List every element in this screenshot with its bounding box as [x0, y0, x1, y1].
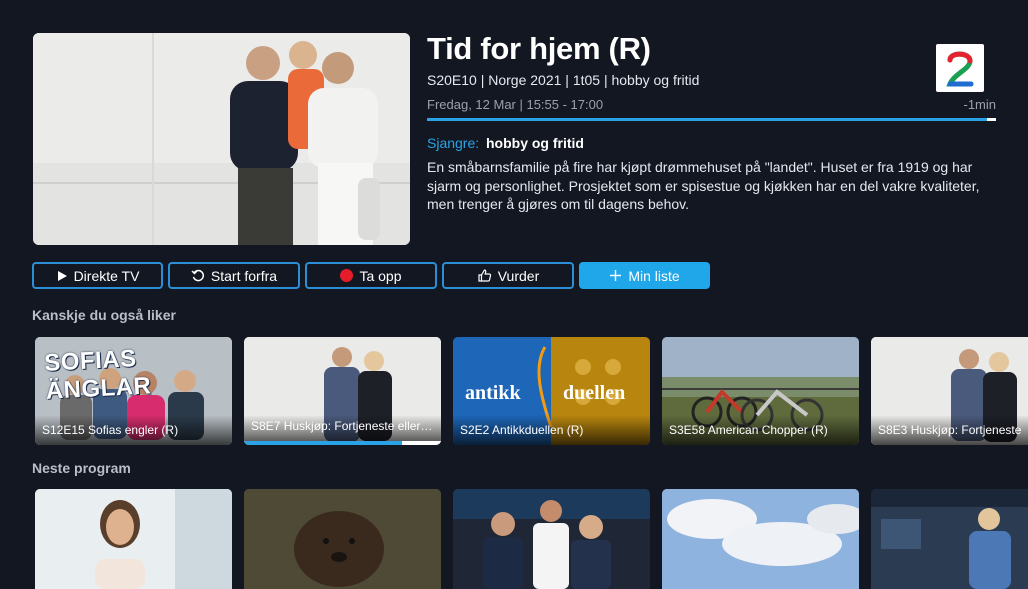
- plus-icon: [610, 270, 622, 281]
- record-label: Ta opp: [359, 267, 402, 284]
- program-thumbnail: [33, 33, 410, 245]
- card-image: [871, 489, 1028, 589]
- card-label: S8E7 Huskjøp: Fortjeneste eller f…: [251, 419, 435, 433]
- next-program-card[interactable]: [871, 489, 1028, 589]
- card-label: S12E15 Sofias engler (R): [42, 423, 179, 437]
- my-list-button[interactable]: Min liste: [579, 262, 710, 289]
- restart-button[interactable]: Start forfra: [168, 262, 300, 289]
- card-progress-fill: [244, 441, 402, 445]
- program-progress-fill: [427, 118, 988, 121]
- card-image: [35, 489, 232, 589]
- program-description: En småbarnsfamilie på fire har kjøpt drø…: [427, 159, 980, 212]
- program-image: [33, 33, 410, 245]
- record-button[interactable]: Ta opp: [305, 262, 437, 289]
- time-remaining: -1min: [963, 97, 996, 112]
- genre-label: Sjangre:: [427, 135, 480, 151]
- card-title-art-left: antikk: [465, 382, 521, 404]
- card-label: S3E58 American Chopper (R): [669, 423, 828, 437]
- rate-button[interactable]: Vurder: [442, 262, 574, 289]
- recommended-card[interactable]: S8E3 Huskjøp: Fortjeneste eller f…: [871, 337, 1028, 445]
- restart-icon: [191, 269, 204, 281]
- program-meta: S20E10 | Norge 2021 | 1t05 | hobby og fr…: [427, 72, 700, 88]
- channel-logo: [936, 44, 984, 92]
- card-title-art-right: duellen: [563, 382, 626, 404]
- thumbs-up-icon: [478, 269, 491, 282]
- recommended-card[interactable]: SOFIAS ÄNGLAR S12E15 Sofias engler (R): [35, 337, 232, 445]
- card-label: S8E3 Huskjøp: Fortjeneste eller f…: [878, 423, 1025, 437]
- card-title-art: SOFIAS ÄNGLAR: [43, 345, 153, 405]
- play-icon: [57, 270, 67, 281]
- program-title: Tid for hjem (R): [427, 31, 651, 66]
- restart-label: Start forfra: [210, 267, 278, 284]
- next-program-card[interactable]: [662, 489, 859, 589]
- next-program-card[interactable]: [244, 489, 441, 589]
- live-tv-button[interactable]: Direkte TV: [32, 262, 163, 289]
- record-icon: [340, 269, 354, 282]
- my-list-label: Min liste: [628, 267, 680, 284]
- next-program-card[interactable]: [453, 489, 650, 589]
- next-program-card[interactable]: [35, 489, 232, 589]
- card-image: [244, 489, 441, 589]
- next-program-heading: Neste program: [32, 460, 131, 476]
- recommended-card[interactable]: antikk duellen S2E2 Antikkduellen (R): [453, 337, 650, 445]
- recommended-card[interactable]: S3E58 American Chopper (R): [662, 337, 859, 445]
- recommended-card[interactable]: S8E7 Huskjøp: Fortjeneste eller f…: [244, 337, 441, 445]
- card-image: [662, 489, 859, 589]
- rate-label: Vurder: [497, 267, 540, 284]
- recommended-heading: Kanskje du også liker: [32, 307, 176, 323]
- card-label: S2E2 Antikkduellen (R): [460, 423, 584, 437]
- program-progress: [427, 118, 996, 121]
- card-image: [453, 489, 650, 589]
- live-tv-label: Direkte TV: [73, 267, 140, 284]
- genre-value: hobby og fritid: [486, 135, 584, 151]
- program-time: Fredag, 12 Mar | 15:55 - 17:00: [427, 97, 604, 112]
